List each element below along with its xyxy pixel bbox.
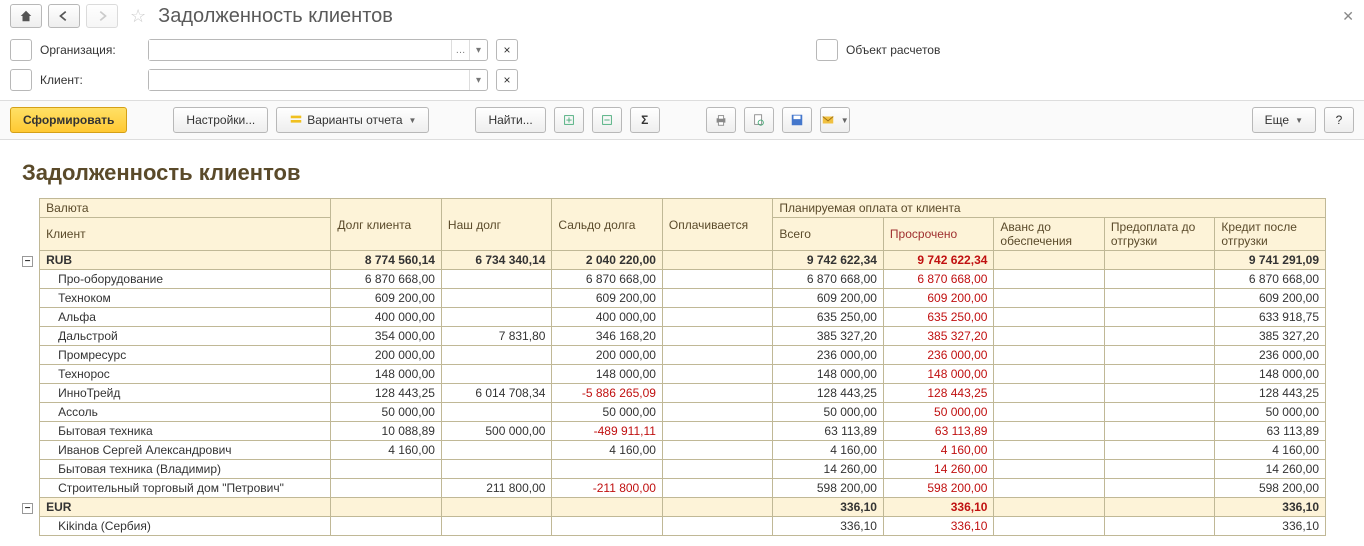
header-advance: Аванс до обеспечения (994, 218, 1105, 251)
org-filter-text[interactable] (149, 40, 451, 60)
client-filter-checkbox[interactable] (10, 69, 32, 91)
org-filter-dropdown-icon[interactable]: ▾ (469, 40, 487, 60)
table-row[interactable]: −RUB8 774 560,146 734 340,142 040 220,00… (16, 251, 1326, 270)
table-row[interactable]: Бытовая техника10 088,89500 000,00-489 9… (16, 422, 1326, 441)
table-row[interactable]: Альфа400 000,00400 000,00635 250,00635 2… (16, 308, 1326, 327)
tree-toggle[interactable]: − (22, 256, 33, 267)
variants-button[interactable]: Варианты отчета▼ (276, 107, 429, 133)
obj-rasch-checkbox[interactable] (816, 39, 838, 61)
variants-icon (289, 113, 303, 127)
row-name: Альфа (40, 308, 331, 327)
form-button[interactable]: Сформировать (10, 107, 127, 133)
org-filter-clear[interactable]: × (496, 39, 518, 61)
table-row[interactable]: Ассоль50 000,0050 000,0050 000,0050 000,… (16, 403, 1326, 422)
table-row[interactable]: Дальстрой354 000,007 831,80346 168,20385… (16, 327, 1326, 346)
forward-button[interactable] (86, 4, 118, 28)
org-filter-more-icon[interactable]: … (451, 40, 469, 60)
table-row[interactable]: −EUR336,10336,10336,10 (16, 498, 1326, 517)
header-currency: Валюта (40, 199, 331, 218)
client-filter-dropdown-icon[interactable]: ▾ (469, 70, 487, 90)
org-filter-input[interactable]: … ▾ (148, 39, 488, 61)
org-filter-checkbox[interactable] (10, 39, 32, 61)
header-total: Всего (773, 218, 884, 251)
header-debt: Долг клиента (331, 199, 442, 251)
header-prepay: Предоплата до отгрузки (1104, 218, 1215, 251)
row-name: RUB (40, 251, 331, 270)
table-row[interactable]: Бытовая техника (Владимир)14 260,0014 26… (16, 460, 1326, 479)
sum-button[interactable]: Σ (630, 107, 660, 133)
row-name: Дальстрой (40, 327, 331, 346)
header-client: Клиент (40, 218, 331, 251)
obj-rasch-label: Объект расчетов (846, 43, 940, 57)
row-name: Бытовая техника (40, 422, 331, 441)
home-button[interactable] (10, 4, 42, 28)
email-button[interactable]: ▼ (820, 107, 850, 133)
table-row[interactable]: Строительный торговый дом "Петрович"211 … (16, 479, 1326, 498)
table-row[interactable]: Kikinda (Сербия)336,10336,10336,10 (16, 517, 1326, 536)
client-filter-input[interactable]: ▾ (148, 69, 488, 91)
row-name: Про-оборудование (40, 270, 331, 289)
find-button[interactable]: Найти... (475, 107, 545, 133)
preview-button[interactable] (744, 107, 774, 133)
row-name: Технорос (40, 365, 331, 384)
row-name: Промресурс (40, 346, 331, 365)
org-filter-label: Организация: (40, 43, 140, 57)
row-name: Бытовая техника (Владимир) (40, 460, 331, 479)
table-row[interactable]: ИнноТрейд128 443,256 014 708,34-5 886 26… (16, 384, 1326, 403)
client-filter-label: Клиент: (40, 73, 140, 87)
print-button[interactable] (706, 107, 736, 133)
row-name: ИнноТрейд (40, 384, 331, 403)
page-title: Задолженность клиентов (158, 5, 393, 28)
client-filter-text[interactable] (149, 70, 469, 90)
save-button[interactable] (782, 107, 812, 133)
report-table: Валюта Долг клиента Наш долг Сальдо долг… (16, 198, 1326, 536)
row-name: Ассоль (40, 403, 331, 422)
table-row[interactable]: Промресурс200 000,00200 000,00236 000,00… (16, 346, 1326, 365)
header-plan-pay: Планируемая оплата от клиента (773, 199, 1326, 218)
report-title: Задолженность клиентов (22, 160, 1348, 186)
client-filter-clear[interactable]: × (496, 69, 518, 91)
header-overdue: Просрочено (883, 218, 994, 251)
settings-button[interactable]: Настройки... (173, 107, 268, 133)
table-row[interactable]: Иванов Сергей Александрович4 160,004 160… (16, 441, 1326, 460)
table-row[interactable]: Технорос148 000,00148 000,00148 000,0014… (16, 365, 1326, 384)
row-name: Иванов Сергей Александрович (40, 441, 331, 460)
close-button[interactable]: ✕ (1342, 8, 1354, 25)
table-row[interactable]: Техноком609 200,00609 200,00609 200,0060… (16, 289, 1326, 308)
help-button[interactable]: ? (1324, 107, 1354, 133)
collapse-all-button[interactable] (592, 107, 622, 133)
header-credit: Кредит после отгрузки (1215, 218, 1326, 251)
row-name: EUR (40, 498, 331, 517)
row-name: Техноком (40, 289, 331, 308)
favorite-star-icon[interactable]: ☆ (130, 6, 146, 27)
back-button[interactable] (48, 4, 80, 28)
row-name: Строительный торговый дом "Петрович" (40, 479, 331, 498)
header-our-debt: Наш долг (441, 199, 552, 251)
tree-toggle[interactable]: − (22, 503, 33, 514)
header-saldo: Сальдо долга (552, 199, 663, 251)
more-button[interactable]: Еще▼ (1252, 107, 1316, 133)
expand-all-button[interactable] (554, 107, 584, 133)
table-row[interactable]: Про-оборудование6 870 668,006 870 668,00… (16, 270, 1326, 289)
header-paying: Оплачивается (662, 199, 773, 251)
row-name: Kikinda (Сербия) (40, 517, 331, 536)
